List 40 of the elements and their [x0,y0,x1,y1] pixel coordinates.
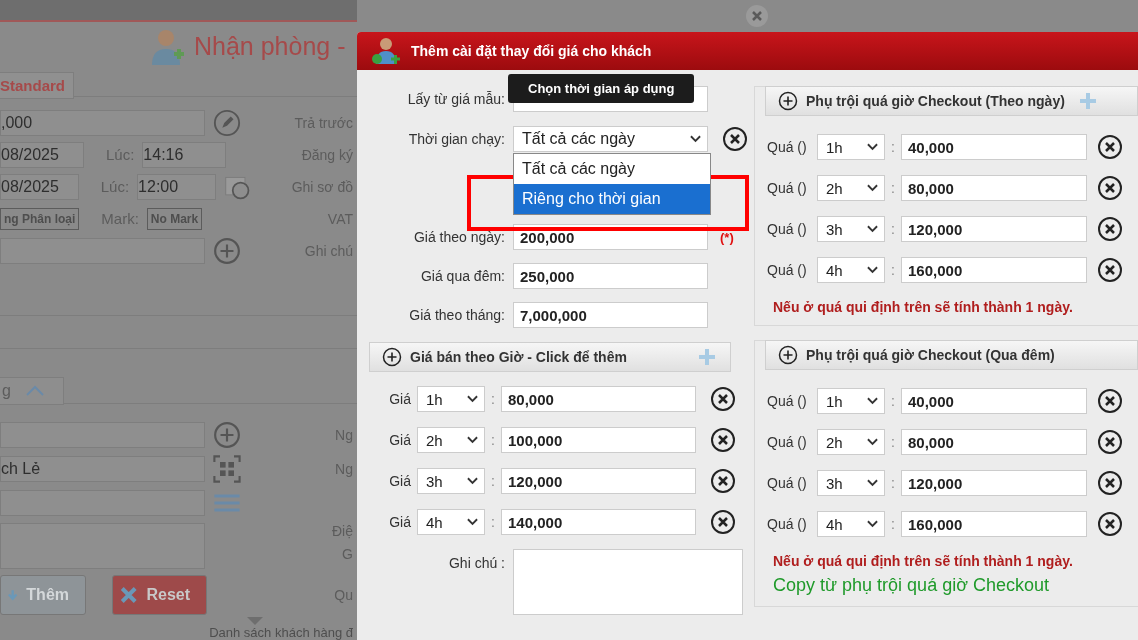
separator: : [890,139,896,155]
row-label: Quá () [766,221,808,237]
row-label: Giá [388,473,412,489]
row-label: Quá () [766,516,808,532]
row-label: Quá () [766,393,808,409]
field-label: Giá qua đêm: [419,268,506,284]
row-label: Quá () [766,434,808,450]
row-label: Quá () [766,139,808,155]
warning-text: Nếu ở quá qui định trên sẽ tính thành 1 ngày. [773,299,1074,315]
field-label: Thời gian chạy: [407,131,506,147]
section-title: Danh sách khách hàng đ [209,624,353,640]
separator: : [890,262,896,278]
row-label: Giá [388,391,412,407]
row-label: Giá [388,514,412,530]
separator: : [490,514,496,530]
separator: : [890,393,896,409]
separator: : [890,516,896,532]
row-label: Giá [388,432,412,448]
section-title: Phụ trội quá giờ Checkout (Qua đêm) [806,347,1055,363]
page-title: Nhận phòng - [194,32,346,62]
row-label: Quá () [766,180,808,196]
tooltip: Chọn thời gian áp dụng [508,74,695,103]
separator: : [890,221,896,237]
section-title: Phụ trội quá giờ Checkout (Theo ngày) [806,93,1065,109]
field-label: Giá theo ngày: [412,229,506,245]
field-label: Ghi chú : [447,554,506,571]
separator: : [890,434,896,450]
section-title: Giá bán theo Giờ - Click để thêm [410,349,627,365]
separator: : [490,473,496,489]
separator: : [890,475,896,491]
field-label: Lấy từ giá mẫu: [406,91,506,107]
row-label: Quá () [766,262,808,278]
row-label: Quá () [766,475,808,491]
warning-text: Nếu ở quá qui định trên sẽ tính thành 1 ngày. [773,553,1074,569]
separator: : [490,391,496,407]
required-mark: (*) [720,229,734,245]
field-label: Giá theo tháng: [408,307,506,323]
separator: : [490,432,496,448]
separator: : [890,180,896,196]
dialog-title: Thêm cài đặt thay đổi giá cho khách [411,43,652,59]
